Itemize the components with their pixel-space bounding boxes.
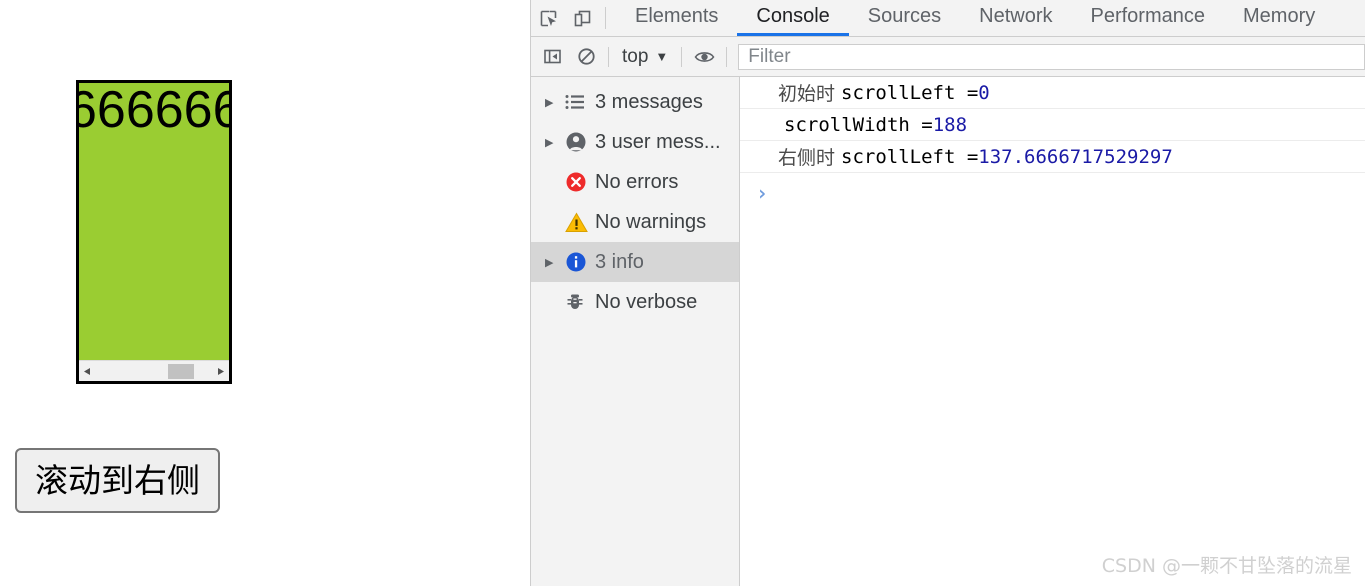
console-log-row[interactable]: 初始时 scrollLeft = 0 [740, 77, 1365, 109]
web-page-viewport: 666666666 滚动到右侧 [0, 0, 530, 586]
list-icon [565, 94, 595, 110]
toolbar-divider-2 [681, 46, 683, 67]
user-icon [565, 131, 595, 153]
tab-memory[interactable]: Memory [1224, 0, 1334, 36]
sidebar-item-user-messages[interactable]: ▶ 3 user mess... [531, 122, 739, 162]
device-toolbar-icon[interactable] [565, 0, 599, 36]
expand-triangle-icon[interactable]: ▶ [545, 96, 565, 109]
log-code: scrollLeft = [841, 145, 979, 168]
log-cjk-prefix: 右侧时 [778, 147, 836, 169]
scrollbar-right-arrow-icon[interactable] [212, 361, 229, 381]
tab-console[interactable]: Console [737, 0, 849, 36]
log-cjk-prefix: 初始时 [778, 83, 836, 105]
tab-network[interactable]: Network [960, 0, 1071, 36]
horizontal-scrollbar[interactable] [79, 360, 229, 381]
show-console-sidebar-icon[interactable] [535, 40, 569, 74]
filter-input[interactable]: Filter [738, 43, 1365, 70]
console-log-row[interactable]: scrollWidth = 188 [740, 109, 1365, 141]
devtools-panel: Elements Console Sources Network Perform… [530, 0, 1365, 586]
scroll-box-content-text: 666666666 [76, 81, 229, 139]
scrollbar-track-zone[interactable] [96, 361, 212, 381]
sidebar-item-errors[interactable]: ▶ No errors [531, 162, 739, 202]
scroll-to-right-button[interactable]: 滚动到右侧 [15, 448, 220, 513]
console-prompt[interactable]: › [740, 173, 1365, 213]
log-code: scrollWidth = [784, 113, 933, 136]
toolbar-divider-1 [608, 46, 609, 67]
watermark: CSDN @一颗不甘坠落的流星 [1101, 555, 1352, 577]
sidebar-item-messages[interactable]: ▶ 3 messages [531, 82, 739, 122]
sidebar-item-label: 3 user mess... [595, 130, 721, 153]
console-body: ▶ 3 messages ▶ 3 user mess... No errors … [531, 77, 1365, 586]
tab-elements[interactable]: Elements [616, 0, 737, 36]
devtools-tab-list: Elements Console Sources Network Perform… [616, 0, 1334, 36]
scrollable-green-box[interactable]: 666666666 [76, 80, 232, 384]
console-toolbar: top ▼ Filter [531, 37, 1365, 77]
sidebar-item-label: 3 info [595, 250, 644, 273]
execution-context-label: top [622, 45, 649, 67]
tab-performance[interactable]: Performance [1072, 0, 1225, 36]
sidebar-item-label: No warnings [595, 210, 707, 233]
sidebar-item-label: 3 messages [595, 90, 703, 113]
console-log-row[interactable]: 右侧时 scrollLeft = 137.6666717529297 [740, 141, 1365, 173]
warning-icon [565, 212, 595, 233]
console-sidebar: ▶ 3 messages ▶ 3 user mess... No errors … [531, 77, 740, 586]
live-expression-eye-icon[interactable] [687, 40, 721, 74]
sidebar-item-verbose[interactable]: ▶ No verbose [531, 282, 739, 322]
log-code: scrollLeft = [841, 81, 979, 104]
console-output[interactable]: 初始时 scrollLeft = 0 scrollWidth = 188 右侧时 s… [740, 77, 1365, 586]
sidebar-item-label: No verbose [595, 290, 698, 313]
tabbar-divider [605, 7, 606, 29]
scrollbar-thumb[interactable] [168, 364, 194, 379]
expand-triangle-icon[interactable]: ▶ [545, 136, 565, 149]
sidebar-item-warnings[interactable]: ▶ No warnings [531, 202, 739, 242]
execution-context-selector[interactable]: top ▼ [614, 46, 676, 68]
clear-console-icon[interactable] [569, 40, 603, 74]
tab-sources[interactable]: Sources [849, 0, 960, 36]
expand-triangle-icon[interactable]: ▶ [545, 256, 565, 269]
error-icon [565, 171, 595, 193]
prompt-caret-icon: › [756, 181, 769, 205]
log-value: 188 [932, 113, 968, 136]
toolbar-divider-3 [726, 46, 728, 67]
sidebar-item-label: No errors [595, 170, 679, 193]
scrollbar-left-arrow-icon[interactable] [79, 361, 96, 381]
devtools-tabbar: Elements Console Sources Network Perform… [531, 0, 1365, 37]
inspect-element-icon[interactable] [531, 0, 565, 36]
chevron-down-icon: ▼ [655, 49, 669, 64]
sidebar-item-info[interactable]: ▶ 3 info [531, 242, 739, 282]
log-value: 137.6666717529297 [978, 145, 1173, 168]
info-icon [565, 251, 595, 273]
verbose-bug-icon [565, 292, 595, 312]
log-value: 0 [978, 81, 990, 104]
